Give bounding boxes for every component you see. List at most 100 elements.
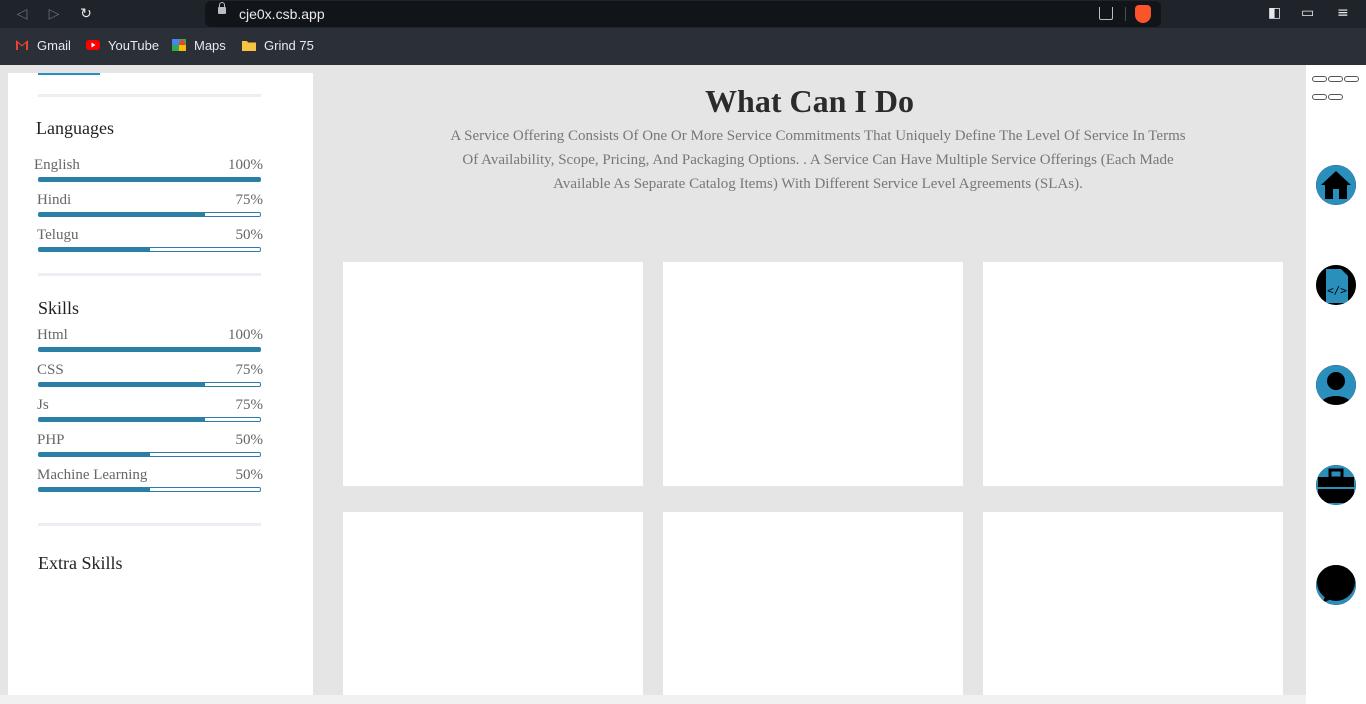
languages-title: Languages (36, 118, 114, 138)
bar-percent: 50% (235, 432, 264, 448)
bookmark-grind75[interactable]: Grind 75 (242, 38, 314, 54)
progress-bar (38, 487, 261, 492)
active-tab-underline (38, 73, 100, 75)
lock-icon (218, 2, 226, 14)
service-card (343, 512, 643, 695)
svg-text:</>: </> (1327, 284, 1347, 297)
briefcase-icon-shape (1316, 465, 1356, 505)
progress-fill (39, 418, 205, 421)
home-icon[interactable] (1316, 165, 1356, 205)
back-icon[interactable]: ◁ (12, 4, 32, 24)
bar-label: CSS (37, 362, 64, 378)
download-icon[interactable] (1099, 7, 1113, 20)
sidebar-toggle-icon[interactable]: ◧ (1268, 6, 1284, 20)
progress-fill (39, 383, 205, 386)
progress-fill (39, 213, 205, 216)
service-card (343, 262, 643, 486)
extra-skills-title: Extra Skills (38, 553, 123, 573)
wallet-icon[interactable]: ▭ (1301, 6, 1317, 20)
sidebar-panel: Languages English 100% Hindi 75% Telugu … (8, 73, 313, 695)
menu-icon[interactable]: ≡ (1337, 6, 1353, 20)
bar-label: Telugu (37, 227, 79, 243)
bar-label: Machine Learning (37, 467, 148, 483)
maps-icon (172, 39, 186, 51)
bookmark-maps[interactable]: Maps (172, 38, 226, 54)
bar-percent: 50% (235, 467, 264, 483)
divider (38, 523, 261, 526)
separator (1125, 7, 1126, 21)
page-title: What Can I Do (705, 83, 914, 119)
language-english: English 100% (34, 157, 263, 191)
bar-percent: 100% (228, 327, 263, 343)
folder-icon (242, 41, 256, 51)
menu-icon[interactable] (1328, 94, 1343, 100)
progress-bar (38, 382, 261, 387)
briefcase-icon[interactable] (1316, 465, 1356, 505)
skills-title: Skills (38, 298, 80, 318)
code-file-icon-shape: </> (1316, 265, 1356, 305)
skill-machine-learning: Machine Learning 50% (37, 467, 263, 501)
progress-fill (39, 248, 150, 251)
gmail-icon (16, 40, 28, 50)
progress-bar (38, 177, 261, 182)
divider (38, 273, 261, 276)
bookmark-label: Gmail (37, 38, 71, 53)
progress-fill (39, 453, 150, 456)
bookmark-gmail[interactable]: Gmail (15, 38, 71, 54)
menu-icon[interactable] (1344, 76, 1359, 82)
forward-icon[interactable]: ▷ (44, 4, 64, 24)
chat-icon-shape (1316, 565, 1356, 605)
menu-icon[interactable] (1312, 94, 1327, 100)
progress-bar (38, 452, 261, 457)
code-file-icon[interactable]: </> (1316, 265, 1356, 305)
service-card (983, 262, 1283, 486)
skill-js: Js 75% (37, 397, 263, 431)
home-icon-shape (1316, 165, 1356, 205)
progress-bar (38, 347, 261, 352)
reload-icon[interactable]: ↻ (76, 4, 96, 24)
divider (38, 94, 261, 97)
bar-percent: 75% (235, 362, 264, 378)
bar-label: PHP (37, 432, 65, 448)
bar-percent: 75% (235, 397, 264, 413)
browser-toolbar: ◁ ▷ ↻ cje0x.csb.app ◧ ▭ ≡ (0, 0, 1366, 28)
horizontal-scrollbar[interactable] (0, 695, 1306, 704)
youtube-icon (86, 40, 100, 50)
bar-label: Html (37, 327, 68, 343)
bar-label: English (34, 157, 80, 173)
bar-label: Hindi (37, 192, 72, 208)
bar-percent: 75% (235, 192, 264, 208)
language-telugu: Telugu 50% (37, 227, 263, 261)
user-icon-shape (1316, 365, 1356, 405)
service-card (983, 512, 1283, 695)
skill-css: CSS 75% (37, 362, 263, 396)
progress-fill (39, 348, 260, 351)
bookmark-label: Grind 75 (264, 38, 314, 53)
bar-label: Js (37, 397, 49, 413)
progress-bar (38, 247, 261, 252)
bar-percent: 100% (228, 157, 263, 173)
skill-php: PHP 50% (37, 432, 263, 466)
url-text[interactable]: cje0x.csb.app (239, 6, 325, 22)
bookmarks-bar: Gmail YouTube Maps Grind 75 (0, 28, 1366, 65)
service-card (663, 512, 963, 695)
chat-icon[interactable] (1316, 565, 1356, 605)
language-hindi: Hindi 75% (37, 192, 263, 226)
progress-fill (39, 178, 260, 181)
user-icon[interactable] (1316, 365, 1356, 405)
section-description: A Service Offering Consists Of One Or Mo… (450, 128, 1186, 192)
address-bar[interactable]: cje0x.csb.app (205, 1, 1161, 27)
menu-icon[interactable] (1328, 76, 1343, 82)
bookmark-youtube[interactable]: YouTube (86, 38, 159, 54)
progress-bar (38, 212, 261, 217)
menu-icon[interactable] (1312, 76, 1327, 82)
bookmark-label: YouTube (108, 38, 160, 53)
progress-fill (39, 488, 150, 491)
service-card (663, 262, 963, 486)
bar-percent: 50% (235, 227, 264, 243)
bookmark-label: Maps (194, 38, 226, 53)
progress-bar (38, 417, 261, 422)
skill-html: Html 100% (37, 327, 263, 361)
brave-shield-icon[interactable] (1135, 5, 1151, 23)
right-nav: </> (1306, 65, 1366, 704)
